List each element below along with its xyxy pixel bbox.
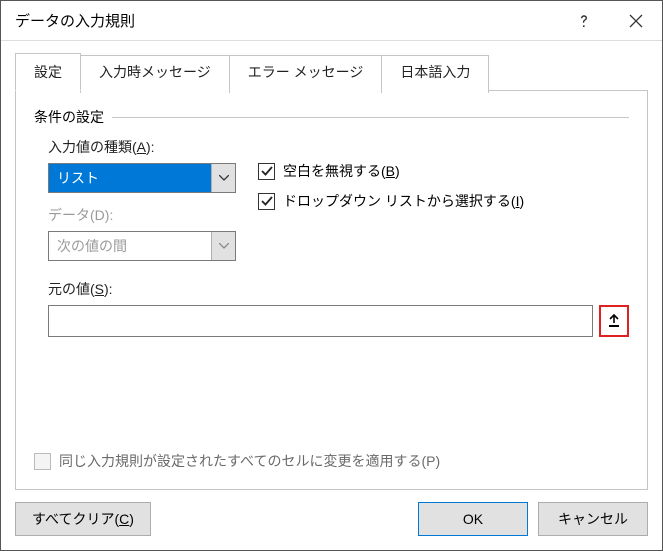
dialog-footer: すべてクリア(C) OK キャンセル: [1, 490, 662, 550]
checkbox-icon: [258, 193, 275, 210]
allow-label: 入力値の種類(A):: [48, 137, 258, 157]
clear-all-button[interactable]: すべてクリア(C): [15, 502, 151, 536]
ignore-blank-label: 空白を無視する(B): [283, 161, 400, 181]
cancel-button[interactable]: キャンセル: [538, 502, 648, 536]
help-button[interactable]: [558, 1, 610, 41]
data-combobox-value: 次の値の間: [49, 232, 211, 260]
criteria-legend-text: 条件の設定: [34, 107, 104, 127]
data-label: データ(D):: [48, 205, 258, 225]
apply-to-all-label: 同じ入力規則が設定されたすべてのセルに変更を適用する(P): [59, 451, 440, 471]
dialog-content: 設定 入力時メッセージ エラー メッセージ 日本語入力 条件の設定 入力値の種類…: [1, 41, 662, 490]
data-combobox-button: [211, 232, 235, 260]
tab-settings[interactable]: 設定: [15, 53, 81, 91]
allow-combobox[interactable]: リスト: [48, 163, 236, 193]
allow-combobox-button[interactable]: [211, 164, 235, 192]
source-input[interactable]: [48, 305, 593, 337]
ignore-blank-checkbox[interactable]: 空白を無視する(B): [258, 161, 524, 181]
ok-button[interactable]: OK: [418, 502, 528, 536]
close-button[interactable]: [610, 1, 662, 41]
collapse-dialog-button[interactable]: [599, 305, 629, 337]
tab-error-alert[interactable]: エラー メッセージ: [229, 55, 383, 93]
dialog-title: データの入力規則: [15, 10, 558, 31]
allow-combobox-value: リスト: [49, 164, 211, 192]
in-cell-dropdown-label: ドロップダウン リストから選択する(I): [283, 191, 524, 211]
legend-divider: [112, 117, 629, 118]
tab-ime-mode[interactable]: 日本語入力: [381, 55, 489, 93]
tab-strip: 設定 入力時メッセージ エラー メッセージ 日本語入力: [15, 53, 648, 91]
source-label: 元の値(S):: [48, 279, 629, 299]
criteria-legend: 条件の設定: [34, 107, 629, 127]
checkbox-icon: [34, 453, 51, 470]
in-cell-dropdown-checkbox[interactable]: ドロップダウン リストから選択する(I): [258, 191, 524, 211]
checkbox-icon: [258, 163, 275, 180]
data-combobox: 次の値の間: [48, 231, 236, 261]
titlebar: データの入力規則: [1, 1, 662, 41]
apply-to-all-checkbox: 同じ入力規則が設定されたすべてのセルに変更を適用する(P): [34, 451, 440, 471]
tab-input-message[interactable]: 入力時メッセージ: [80, 55, 230, 93]
tab-panel-settings: 条件の設定 入力値の種類(A): リスト データ(D): 次の値の間: [15, 90, 648, 490]
